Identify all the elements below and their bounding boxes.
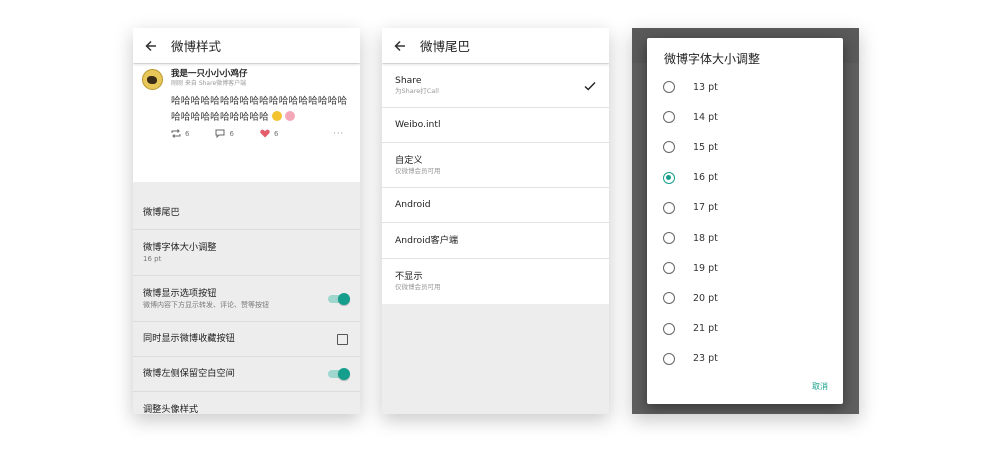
item-title: 调整头像样式 [143,403,199,415]
font-size-option[interactable]: 21 pt [647,314,843,344]
comment-count: 6 [229,129,234,138]
radio-unselected-icon[interactable] [663,352,675,365]
avatar [142,69,163,90]
option-title: Android [395,199,431,210]
font-size-label: 15 pt [693,141,718,153]
settings-item-left-space[interactable]: 微博左侧保留空白空间 [133,357,360,392]
font-size-dialog-screen: 微博字体大小调整 13 pt 14 pt 15 pt 16 pt 17 pt 18 pt 1… [632,28,859,414]
page-title: 微博尾巴 [420,39,471,54]
radio-unselected-icon[interactable] [663,81,675,94]
font-size-option[interactable]: 19 pt [647,253,843,283]
radio-unselected-icon[interactable] [663,322,675,335]
settings-item-show-options[interactable]: 微博显示选项按钮 微博内容下方显示转发、评论、赞等按钮 [133,276,360,322]
post-meta: 刚刚 来自 Share微博客户端 [171,80,247,87]
post-text: 哈哈哈哈哈哈哈哈哈哈哈哈哈哈哈哈哈哈哈哈哈哈哈哈哈哈哈哈 [171,96,348,123]
heart-icon [260,129,270,138]
option-title: 不显示 [395,271,423,282]
font-size-option[interactable]: 13 pt [647,72,843,102]
repost-count: 6 [185,129,190,138]
repost-button[interactable]: 6 [171,129,189,138]
radio-selected-icon[interactable] [663,171,675,184]
back-arrow-icon[interactable] [145,40,157,52]
tail-option-weibo-intl[interactable]: Weibo.intl [382,108,609,143]
tail-option-android-client[interactable]: Android客户端 [382,223,609,259]
font-size-label: 14 pt [693,111,718,123]
radio-unselected-icon[interactable] [663,111,675,124]
settings-item-show-favorite[interactable]: 同时显示微博收藏按钮 [133,322,360,357]
cancel-button[interactable]: 取消 [812,381,828,392]
font-size-label: 20 pt [693,292,718,304]
font-size-label: 19 pt [693,262,718,274]
more-options-icon[interactable]: ··· [333,129,344,138]
option-title: 自定义 [395,154,423,166]
back-arrow-icon[interactable] [394,40,406,52]
app-bar: 微博尾巴 [382,28,609,63]
item-title: 微博字体大小调整 [143,241,217,253]
dialog-title: 微博字体大小调整 [664,52,761,66]
checkmark-icon [584,81,596,90]
option-title: Share [395,75,422,86]
comment-icon [215,129,225,138]
tail-options-list: Share 为Share打Call Weibo.intl 自定义 仅微博会员可用… [382,64,609,304]
font-size-label: 16 pt [693,172,718,184]
settings-list: 微博尾巴 微博字体大小调整 16 pt 微博显示选项按钮 微博内容下方显示转发、… [133,196,360,414]
item-subtitle: 16 pt [143,254,162,263]
settings-item-tail[interactable]: 微博尾巴 [133,196,360,230]
face-emoji-icon [272,110,283,121]
post-preview-card: 我是一只小小小鸡仔 刚刚 来自 Share微博客户端 哈哈哈哈哈哈哈哈哈哈哈哈哈… [133,64,360,182]
radio-unselected-icon[interactable] [663,141,675,154]
weibo-style-screen: 微博样式 我是一只小小小鸡仔 刚刚 来自 Share微博客户端 哈哈哈哈哈哈哈哈… [133,28,360,414]
font-size-option[interactable]: 18 pt [647,223,843,253]
item-title: 微博左侧保留空白空间 [143,368,235,379]
font-size-option[interactable]: 20 pt [647,283,843,313]
post-action-bar: 6 6 6 ··· [171,129,352,138]
font-size-label: 21 pt [693,323,718,335]
option-subtitle: 仅微博会员可用 [395,283,441,291]
post-username: 我是一只小小小鸡仔 [171,69,248,79]
item-title: 同时显示微博收藏按钮 [143,333,235,344]
page-title: 微博样式 [171,39,222,54]
font-size-label: 18 pt [693,232,718,244]
radio-unselected-icon[interactable] [663,292,675,305]
app-bar: 微博样式 [133,28,360,63]
show-options-toggle[interactable] [328,292,350,305]
settings-item-font-size[interactable]: 微博字体大小调整 16 pt [133,230,360,276]
repost-icon [171,129,181,138]
font-size-option[interactable]: 17 pt [647,193,843,223]
font-size-dialog: 微博字体大小调整 13 pt 14 pt 15 pt 16 pt 17 pt 18 pt 1… [647,38,843,404]
show-favorite-checkbox[interactable] [337,333,348,345]
option-subtitle: 仅微博会员可用 [395,166,441,175]
font-size-label: 17 pt [693,202,718,214]
font-size-option[interactable]: 16 pt [647,163,843,193]
font-size-option[interactable]: 23 pt [647,344,843,374]
option-subtitle: 为Share打Call [395,87,439,95]
option-title: Android客户端 [395,234,459,246]
radio-unselected-icon[interactable] [663,201,675,214]
item-title: 微博显示选项按钮 [143,287,217,299]
radio-unselected-icon[interactable] [663,232,675,245]
settings-item-avatar-style[interactable]: 调整头像样式 圆形 [133,392,360,415]
radio-unselected-icon[interactable] [663,262,675,275]
post-text-block: 哈哈哈哈哈哈哈哈哈哈哈哈哈哈哈哈哈哈哈哈哈哈哈哈哈哈哈哈 [171,94,352,125]
pig-emoji-icon [285,110,296,121]
left-space-toggle[interactable] [328,368,350,380]
tail-option-android[interactable]: Android [382,188,609,223]
item-title: 微博尾巴 [143,206,180,218]
like-count: 6 [273,129,279,138]
font-size-options: 13 pt 14 pt 15 pt 16 pt 17 pt 18 pt 19 pt 20 pt… [647,72,843,374]
tail-option-hide[interactable]: 不显示 仅微博会员可用 [382,259,609,304]
font-size-label: 13 pt [693,81,718,93]
option-title: Weibo.intl [395,119,441,130]
tail-option-custom[interactable]: 自定义 仅微博会员可用 [382,143,609,188]
comment-button[interactable]: 6 [215,129,234,138]
weibo-tail-screen: 微博尾巴 Share 为Share打Call Weibo.intl 自定义 仅微… [382,28,609,414]
item-subtitle: 微博内容下方显示转发、评论、赞等按钮 [143,300,269,309]
font-size-option[interactable]: 15 pt [647,132,843,162]
like-button[interactable]: 6 [260,129,278,138]
font-size-option[interactable]: 14 pt [647,102,843,132]
font-size-label: 23 pt [693,353,718,365]
tail-option-share[interactable]: Share 为Share打Call [382,64,609,108]
